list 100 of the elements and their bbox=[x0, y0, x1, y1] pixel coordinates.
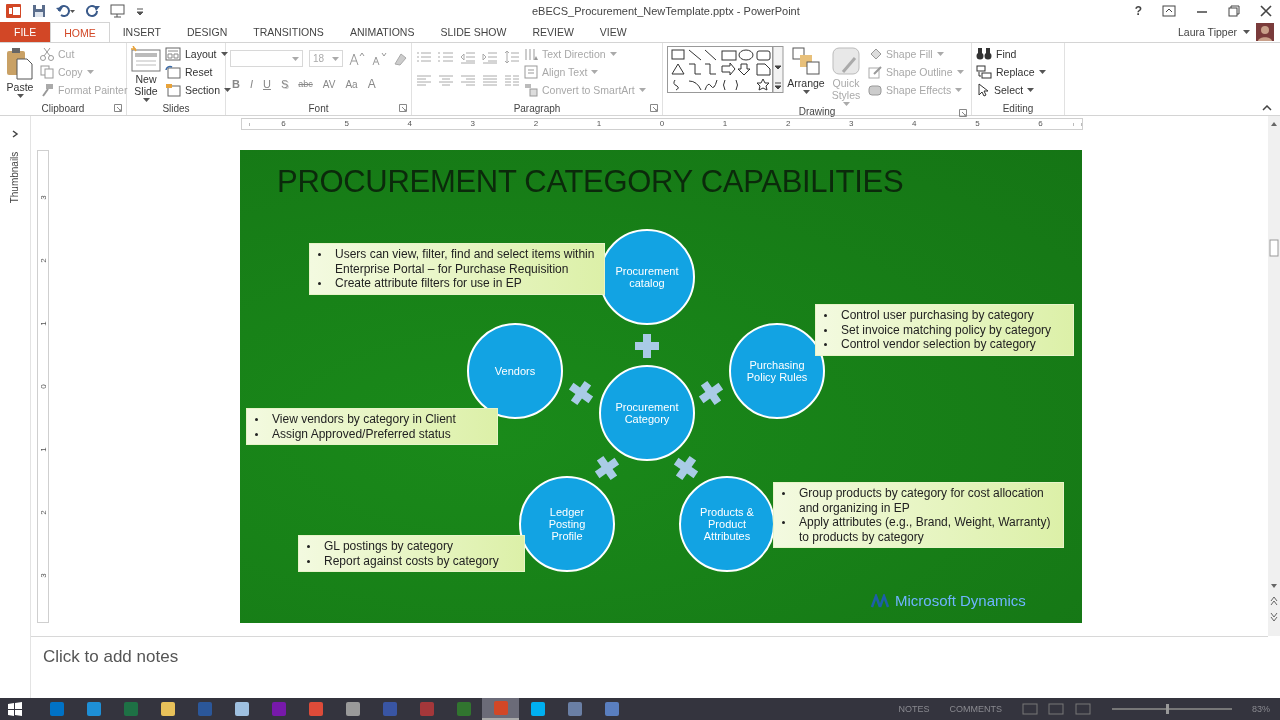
bullet-text: Assign Approved/Preferred status bbox=[272, 426, 451, 441]
smartart-icon bbox=[524, 83, 538, 97]
bullet-text: Set invoice matching policy by category bbox=[841, 322, 1052, 337]
slideshow-icon[interactable] bbox=[110, 4, 126, 18]
bullet-text: Create attribute filters for use in EP bbox=[335, 276, 522, 291]
ruler-number: 2 bbox=[37, 257, 49, 265]
ribbon-tab[interactable]: ANIMATIONS bbox=[336, 22, 428, 42]
bullet-icon bbox=[782, 521, 785, 524]
slide-title: PROCUREMENT CATEGORY CAPABILITIES bbox=[277, 164, 904, 200]
node-label: Procurement catalog bbox=[614, 265, 680, 289]
ribbon-tab[interactable]: REVIEW bbox=[519, 22, 587, 42]
user-name[interactable]: Laura Tipper bbox=[1178, 26, 1237, 38]
caret-icon bbox=[292, 56, 299, 61]
bullet-text: View vendors by category in Client bbox=[272, 412, 456, 427]
bullet-icon bbox=[307, 559, 310, 563]
arrange-icon bbox=[791, 46, 821, 76]
bullet-text: Users can view, filter, find and select items within Enterprise Portal – for Purchase Requisition bbox=[335, 247, 596, 276]
caret-icon bbox=[1243, 30, 1250, 34]
bullet-icon bbox=[307, 545, 310, 548]
ribbon-button[interactable]: Select bbox=[976, 82, 1048, 98]
layout-icon bbox=[165, 47, 181, 61]
ribbon-button[interactable]: Paste bbox=[4, 46, 36, 98]
plus-icon bbox=[634, 333, 660, 359]
quick-styles-icon bbox=[831, 46, 861, 76]
clear-formatting-icon[interactable] bbox=[393, 51, 409, 66]
expand-icon[interactable] bbox=[11, 130, 19, 138]
zoom-level[interactable]: 83% bbox=[1252, 704, 1270, 714]
bullet-icon bbox=[255, 418, 258, 421]
group-label: Slides bbox=[162, 103, 190, 114]
ribbon-button[interactable]: Reset bbox=[165, 64, 234, 80]
undo-icon[interactable] bbox=[56, 4, 76, 18]
shrink-font-icon[interactable] bbox=[371, 51, 387, 66]
ribbon-tab[interactable]: INSERT bbox=[109, 22, 174, 42]
bullet-text: Control vendor selection by category bbox=[841, 337, 1036, 352]
ruler-number: 3 bbox=[37, 572, 49, 580]
shape-effects-icon bbox=[868, 83, 882, 97]
scrollbar[interactable] bbox=[1268, 116, 1280, 636]
ribbon-tab[interactable]: DESIGN bbox=[174, 22, 241, 42]
redo-icon[interactable] bbox=[86, 4, 100, 18]
ribbon-button[interactable]: Find bbox=[976, 46, 1048, 62]
ruler-number: 0 bbox=[37, 383, 49, 391]
group-label: Paragraph bbox=[513, 102, 561, 114]
windows-start-icon[interactable] bbox=[8, 702, 22, 716]
bullet-text: GL postings by category bbox=[324, 539, 453, 554]
save-icon[interactable] bbox=[32, 4, 46, 18]
reset-icon bbox=[165, 65, 181, 79]
bullet-icon bbox=[824, 314, 827, 317]
ribbon-button[interactable]: Section bbox=[165, 82, 234, 98]
caret-icon bbox=[332, 56, 339, 61]
logo-text: Microsoft Dynamics bbox=[895, 592, 1026, 609]
bullet-icon bbox=[824, 328, 827, 332]
dialog-launcher-icon[interactable] bbox=[114, 104, 122, 112]
ribbon-button[interactable]: Replace bbox=[976, 64, 1048, 80]
comments-button[interactable]: COMMENTS bbox=[949, 704, 1002, 714]
ribbon-button[interactable]: Layout bbox=[165, 46, 234, 62]
customize-icon[interactable] bbox=[136, 7, 144, 15]
bullet-icon bbox=[318, 253, 321, 256]
ribbon-tab[interactable]: SLIDE SHOW bbox=[427, 22, 520, 42]
logo-icon bbox=[871, 593, 891, 608]
file-tab[interactable]: FILE bbox=[0, 22, 51, 42]
bullet-icon bbox=[255, 432, 258, 436]
close-icon[interactable] bbox=[1260, 5, 1272, 17]
bullet-text: Apply attributes (e.g., Brand, Weight, Warranty) to products by category bbox=[799, 515, 1052, 544]
node-label: Products & Product Attributes bbox=[699, 506, 755, 542]
ribbon-button[interactable]: Arrange bbox=[788, 46, 824, 94]
view-buttons-icon[interactable] bbox=[1022, 703, 1092, 715]
notes-field[interactable]: Click to add notes bbox=[43, 647, 1268, 667]
collapse-ribbon-icon[interactable] bbox=[1262, 105, 1272, 111]
bullet-text: Group products by category for cost allocation and organizing in EP bbox=[799, 486, 1045, 515]
slider-thumb[interactable] bbox=[1166, 704, 1170, 714]
ribbon-tab[interactable]: VIEW bbox=[586, 22, 640, 42]
dialog-launcher-icon[interactable] bbox=[959, 109, 967, 117]
bullet-icon bbox=[318, 282, 321, 285]
scissors-icon bbox=[40, 47, 54, 61]
avatar-icon[interactable] bbox=[1256, 23, 1274, 41]
restore-icon[interactable] bbox=[1228, 5, 1240, 17]
group-label: Drawing bbox=[798, 106, 836, 117]
ribbon-button[interactable]: New Slide bbox=[131, 46, 161, 102]
clipboard-icon bbox=[4, 46, 36, 80]
bullet-text: Report against costs by category bbox=[324, 553, 499, 568]
help-button[interactable]: ? bbox=[1134, 4, 1142, 18]
group-label: Font bbox=[308, 102, 329, 114]
cursor-icon bbox=[976, 83, 990, 97]
text-direction-icon bbox=[524, 47, 538, 61]
grow-font-icon[interactable] bbox=[349, 51, 365, 66]
group-label: Clipboard bbox=[41, 102, 85, 114]
ribbon-tab[interactable]: TRANSITIONS bbox=[240, 22, 337, 42]
ribbon-display-icon[interactable] bbox=[1162, 5, 1176, 17]
shape-gallery[interactable] bbox=[667, 46, 784, 93]
brush-icon bbox=[40, 83, 54, 97]
thumbnails-label[interactable]: Thumbnails bbox=[9, 151, 21, 204]
notes-button[interactable]: NOTES bbox=[898, 704, 930, 714]
bullet-icon bbox=[824, 343, 827, 346]
ruler-number: 1 bbox=[37, 446, 49, 454]
paint-bucket-icon bbox=[868, 47, 882, 61]
ribbon-tab[interactable]: HOME bbox=[50, 22, 110, 42]
copy-icon bbox=[40, 65, 54, 79]
app-logo-icon bbox=[6, 3, 22, 19]
ruler-number: 2 bbox=[37, 509, 49, 517]
node-label: Procurement Category bbox=[614, 401, 680, 425]
